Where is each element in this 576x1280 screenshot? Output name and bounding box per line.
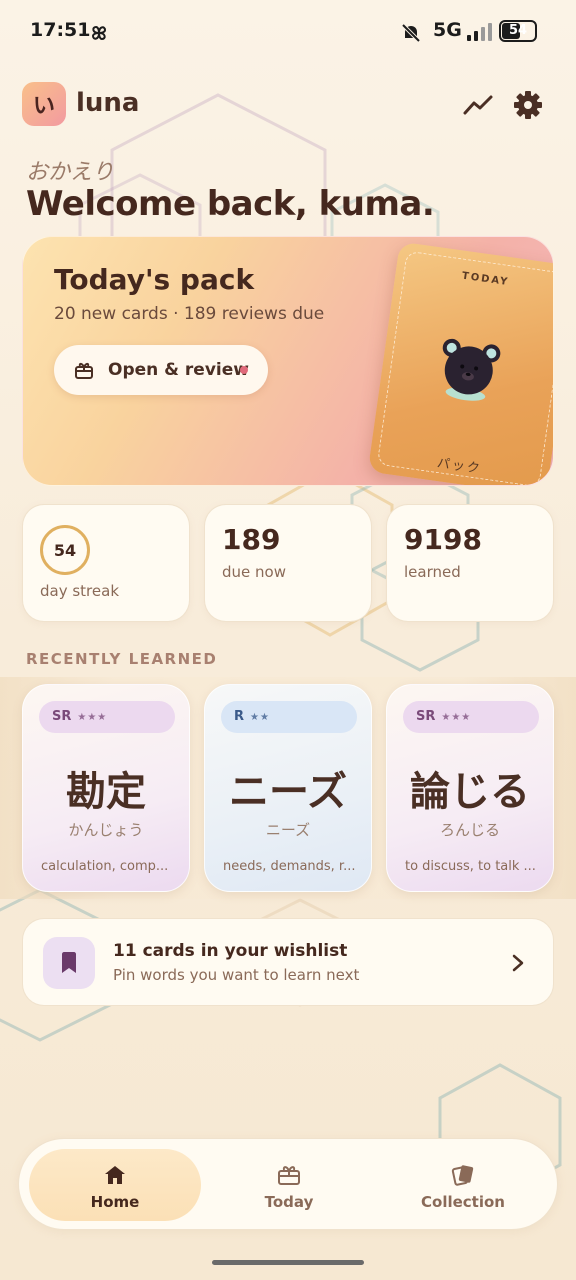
wishlist-title: 11 cards in your wishlist — [113, 941, 348, 961]
pinwheel-icon — [91, 25, 107, 41]
app-logo: い — [22, 82, 66, 126]
open-review-button[interactable]: Open & review — [54, 345, 268, 395]
home-icon — [105, 1166, 125, 1184]
recently-learned-heading: RECENTLY LEARNED — [26, 650, 218, 668]
word-kanji: ニーズ — [229, 769, 347, 815]
rarity-label: SR — [416, 709, 436, 724]
streak-label: day streak — [40, 582, 119, 600]
word-card[interactable]: SR ★★★ 論じる ろんじる to discuss, to talk ... — [386, 684, 554, 892]
gear-icon[interactable] — [512, 89, 544, 121]
learned-label: learned — [404, 563, 461, 581]
nav-today[interactable]: Today — [203, 1149, 375, 1221]
pack-subtitle: 20 new cards · 189 reviews due — [54, 304, 325, 324]
word-kanji: 論じる — [410, 769, 530, 815]
due-value: 189 — [222, 523, 281, 556]
wishlist-row[interactable]: 11 cards in your wishlist Pin words you … — [22, 918, 554, 1006]
due-card[interactable]: 189 due now — [204, 504, 372, 622]
notification-dot — [240, 366, 248, 374]
word-reading: ろんじる — [439, 821, 500, 839]
word-kanji: 勘定 — [66, 769, 146, 815]
app-name: luna — [76, 88, 140, 118]
word-card[interactable]: SR ★★★ 勘定 かんじょう calculation, comp... — [22, 684, 190, 892]
learned-value: 9198 — [404, 523, 482, 556]
chevron-right-icon — [512, 954, 524, 972]
nav-today-label: Today — [264, 1193, 314, 1211]
streak-ring: 54 — [40, 525, 90, 575]
word-meaning: calculation, comp... — [41, 859, 169, 874]
word-meaning: needs, demands, r... — [223, 859, 356, 874]
open-review-label: Open & review — [108, 360, 249, 380]
pack-card-illustration: TODAY パック — [367, 241, 553, 485]
word-reading: かんじょう — [68, 821, 144, 839]
bear-icon — [442, 338, 501, 401]
rarity-badge: SR ★★★ — [403, 701, 539, 733]
word-card[interactable]: R ★★ ニーズ ニーズ needs, demands, r... — [204, 684, 372, 892]
battery-level: 54 — [508, 23, 528, 38]
battery-icon: 54 — [499, 20, 537, 42]
word-reading: ニーズ — [265, 821, 311, 839]
greeting-subtitle: おかえり — [26, 160, 115, 185]
due-label: due now — [222, 563, 286, 581]
todays-pack-card[interactable]: Today's pack 20 new cards · 189 reviews … — [22, 236, 554, 486]
rarity-badge: SR ★★★ — [39, 701, 175, 733]
word-meaning: to discuss, to talk ... — [405, 859, 536, 874]
home-indicator[interactable] — [212, 1260, 364, 1265]
nav-home[interactable]: Home — [29, 1149, 201, 1221]
rarity-stars: ★★★ — [441, 712, 472, 723]
gift-icon — [278, 1166, 300, 1185]
wishlist-subtitle: Pin words you want to learn next — [113, 966, 360, 984]
nav-collection-label: Collection — [421, 1193, 505, 1211]
pack-title: Today's pack — [54, 263, 255, 296]
streak-card[interactable]: 54 day streak — [22, 504, 190, 622]
rarity-label: SR — [52, 709, 72, 724]
greeting-title: Welcome back, kuma. — [26, 184, 435, 224]
learned-card[interactable]: 9198 learned — [386, 504, 554, 622]
rarity-stars: ★★★ — [77, 712, 108, 723]
wishlist-icon-box — [43, 937, 95, 989]
signal-icon — [467, 23, 492, 41]
nav-collection[interactable]: Collection — [377, 1149, 549, 1221]
mute-icon — [401, 23, 421, 43]
bottom-navigation: Home Today Collection — [18, 1138, 558, 1230]
gift-icon — [75, 362, 93, 379]
trend-icon[interactable] — [462, 90, 494, 120]
status-bar: 17:51 5G 54 — [0, 0, 576, 62]
status-time: 17:51 — [30, 19, 91, 41]
rarity-stars: ★★ — [250, 712, 270, 723]
rarity-label: R — [234, 709, 245, 724]
rarity-badge: R ★★ — [221, 701, 357, 733]
bookmark-icon — [62, 952, 76, 973]
nav-home-label: Home — [90, 1193, 140, 1211]
cards-icon — [451, 1165, 474, 1186]
network-type: 5G — [433, 19, 462, 41]
